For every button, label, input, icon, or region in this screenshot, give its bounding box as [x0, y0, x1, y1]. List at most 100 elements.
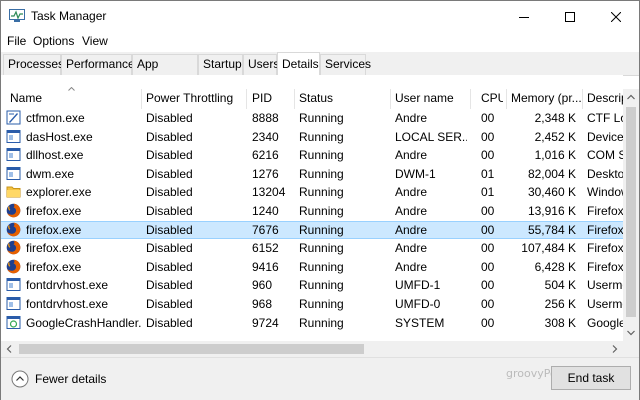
cell-memory: 2,452 K: [534, 129, 576, 144]
cell-pid: 968: [252, 297, 273, 311]
cell-memory: 55,784 K: [527, 222, 576, 237]
cell-memory: 107,484 K: [521, 241, 576, 256]
column-divider[interactable]: [390, 89, 391, 109]
tab-app-history[interactable]: App history: [132, 54, 198, 90]
cell-status: Running: [299, 297, 344, 311]
cell-name: firefox.exe: [26, 241, 82, 256]
maximize-button[interactable]: [547, 1, 593, 32]
vertical-scroll-thumb[interactable]: [626, 107, 636, 317]
cell-throttling: Disabled: [146, 166, 193, 181]
table-row-selected[interactable]: firefox.exe Disabled 7676 Running Andre 00 55,…: [1, 220, 623, 239]
cell-status: Running: [299, 259, 344, 274]
cell-pid: 8888: [252, 111, 279, 125]
menu-file[interactable]: File: [5, 34, 28, 48]
task-manager-window: Task Manager File Options View Processes…: [0, 0, 640, 400]
cell-desc: Deskto: [587, 166, 623, 181]
column-header-status[interactable]: Status: [299, 91, 387, 105]
column-header-user-name[interactable]: User name: [395, 91, 465, 105]
cell-memory: 2,348 K: [534, 111, 576, 125]
table-row[interactable]: dwm.exe Disabled 1276 Running DWM-1 01 82,004 …: [1, 165, 623, 183]
title-bar[interactable]: Task Manager: [1, 1, 639, 32]
horizontal-scrollbar[interactable]: [1, 341, 623, 357]
collapse-chevron-icon[interactable]: [11, 370, 29, 388]
cell-memory: 1,016 K: [534, 148, 576, 163]
table-row[interactable]: fontdrvhost.exe Disabled 960 Running UMFD-1 0…: [1, 276, 623, 294]
table-header: Name Power Throttling PID Status User na…: [1, 89, 623, 109]
column-header-pid[interactable]: PID: [252, 91, 292, 105]
cell-name: firefox.exe: [26, 259, 82, 274]
end-task-button[interactable]: End task: [551, 366, 631, 390]
cell-pid: 13204: [252, 185, 286, 200]
cell-status: Running: [299, 148, 344, 163]
cell-memory: 82,004 K: [527, 166, 576, 181]
cell-status: Running: [299, 278, 344, 293]
table-row[interactable]: ctfmon.exe Disabled 8888 Running Andre 00 2,34…: [1, 109, 623, 127]
cell-desc: Usermo: [587, 297, 623, 311]
column-divider[interactable]: [294, 89, 295, 109]
cell-user: DWM-1: [395, 166, 436, 181]
tab-details[interactable]: Details: [277, 52, 320, 76]
cell-name: fontdrvhost.exe: [26, 278, 109, 293]
cell-desc: Firefox: [587, 222, 623, 237]
cell-pid: 2340: [252, 129, 279, 144]
tab-performance[interactable]: Performance: [61, 54, 135, 75]
scroll-left-button[interactable]: [1, 341, 17, 357]
table-row[interactable]: GoogleCrashHandler.... Disabled 9724 Runnin…: [1, 314, 623, 332]
menu-options[interactable]: Options: [31, 34, 76, 48]
cell-cpu: 01: [481, 166, 495, 181]
column-divider[interactable]: [141, 89, 142, 109]
table-row[interactable]: dllhost.exe Disabled 6216 Running Andre 00 1,0…: [1, 146, 623, 164]
table-row[interactable]: firefox.exe Disabled 6152 Running Andre 00 107…: [1, 239, 623, 257]
cell-name: dwm.exe: [26, 166, 75, 181]
column-header-cpu[interactable]: CPU: [481, 91, 503, 105]
table-row[interactable]: firefox.exe Disabled 9416 Running Andre 00 6,4…: [1, 258, 623, 276]
minimize-button[interactable]: [501, 1, 547, 32]
column-divider[interactable]: [506, 89, 507, 109]
table-row[interactable]: fontdrvhost.exe Disabled 968 Running UMFD-0 0…: [1, 295, 623, 313]
fewer-details-link[interactable]: Fewer details: [35, 372, 106, 386]
table-row[interactable]: explorer.exe Disabled 13204 Running Andre 01 3…: [1, 183, 623, 201]
tab-processes[interactable]: Processes: [3, 54, 64, 75]
tab-startup[interactable]: Startup: [198, 54, 243, 75]
cell-cpu: 00: [481, 259, 495, 274]
cell-throttling: Disabled: [146, 222, 193, 237]
column-header-description[interactable]: Descrip: [587, 91, 623, 105]
cell-status: Running: [299, 166, 344, 181]
cell-status: Running: [299, 315, 344, 330]
cell-user: Andre: [395, 222, 428, 237]
table-row[interactable]: dasHost.exe Disabled 2340 Running LOCAL SER.…: [1, 128, 623, 146]
tab-users[interactable]: Users: [243, 54, 279, 75]
cell-user: UMFD-0: [395, 297, 441, 311]
cell-desc: Usermo: [587, 278, 623, 293]
scroll-right-button[interactable]: [607, 341, 623, 357]
ctfmon-icon: [6, 110, 21, 125]
table-row[interactable]: firefox.exe Disabled 1240 Running Andre 00 13,…: [1, 202, 623, 220]
horizontal-scroll-thumb[interactable]: [19, 344, 364, 354]
menu-view[interactable]: View: [80, 34, 110, 48]
cell-user: Andre: [395, 259, 428, 274]
column-divider[interactable]: [582, 89, 583, 109]
vertical-scrollbar[interactable]: [623, 89, 639, 341]
cell-throttling: Disabled: [146, 148, 193, 163]
column-header-memory[interactable]: Memory (pr...: [511, 91, 581, 105]
close-button[interactable]: [593, 1, 639, 32]
cell-memory: 256 K: [544, 297, 576, 311]
scroll-down-button[interactable]: [623, 325, 639, 341]
cell-cpu: 00: [481, 222, 495, 237]
tab-services[interactable]: Services: [320, 54, 371, 75]
column-header-power-throttling[interactable]: Power Throttling: [146, 91, 241, 105]
column-divider[interactable]: [470, 89, 471, 109]
generic-exe-icon: [6, 277, 21, 292]
cell-pid: 960: [252, 278, 273, 293]
cell-user: LOCAL SER...: [395, 129, 467, 144]
column-divider[interactable]: [246, 89, 247, 109]
cell-pid: 6216: [252, 148, 279, 163]
generic-exe-icon: [6, 129, 21, 144]
cell-pid: 6152: [252, 241, 279, 256]
cell-user: Andre: [395, 241, 428, 256]
cell-throttling: Disabled: [146, 204, 193, 218]
scroll-up-button[interactable]: [623, 89, 639, 105]
column-header-name[interactable]: Name: [10, 91, 138, 105]
cell-throttling: Disabled: [146, 111, 193, 125]
cell-user: UMFD-1: [395, 278, 441, 293]
